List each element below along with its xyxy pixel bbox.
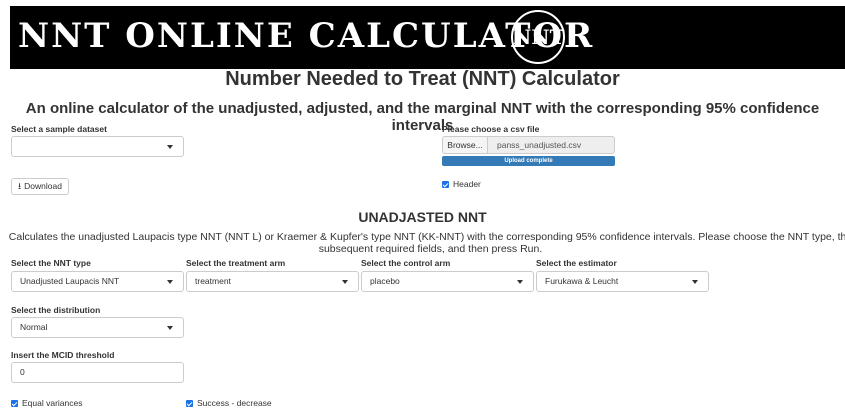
equal-variances-checkbox[interactable] (11, 400, 18, 407)
nnt-type-value: Unadjusted Laupacis NNT (20, 276, 120, 286)
header-checkbox-label: Header (453, 179, 481, 189)
treatment-arm-label: Select the treatment arm (186, 258, 286, 268)
browse-button[interactable]: Browse... (442, 136, 487, 154)
treatment-arm-select[interactable]: treatment (186, 271, 359, 292)
control-arm-select[interactable]: placebo (361, 271, 534, 292)
mcid-label: Insert the MCID threshold (11, 350, 115, 360)
chevron-down-icon (342, 280, 348, 284)
upload-progress-bar: Upload complete (442, 156, 615, 166)
treatment-arm-value: treatment (195, 276, 231, 286)
success-decrease-checkbox[interactable] (186, 400, 193, 407)
nnt-type-select[interactable]: Unadjusted Laupacis NNT (11, 271, 184, 292)
section-description-line1: Calculates the unadjusted Laupacis type … (8, 231, 845, 243)
csv-filename-field[interactable]: panss_unadjusted.csv (487, 136, 615, 154)
download-button[interactable]: ⭳ Download (11, 178, 69, 195)
section-description: Calculates the unadjusted Laupacis type … (8, 231, 845, 255)
section-description-line2: subsequent required fields, and then pre… (318, 243, 543, 255)
estimator-label: Select the estimator (536, 258, 617, 268)
banner: NNT ONLINE CALCULATOR NNT (10, 6, 845, 69)
download-icon: ⭳ (18, 181, 22, 191)
success-decrease-label: Success - decrease (197, 398, 272, 408)
section-title: UNADJASTED NNT (358, 209, 487, 225)
mcid-input[interactable]: 0 (11, 362, 184, 383)
nnt-type-label: Select the NNT type (11, 258, 91, 268)
chevron-down-icon (692, 280, 698, 284)
distribution-value: Normal (20, 322, 48, 332)
control-arm-label: Select the control arm (361, 258, 451, 268)
equal-variances-label: Equal variances (22, 398, 83, 408)
distribution-label: Select the distribution (11, 305, 101, 315)
sample-dataset-select[interactable] (11, 136, 184, 157)
download-label: Download (24, 181, 62, 191)
chevron-down-icon (517, 280, 523, 284)
chevron-down-icon (167, 145, 173, 149)
chevron-down-icon (167, 326, 173, 330)
page-subtitle: An online calculator of the unadjusted, … (25, 100, 820, 134)
chevron-down-icon (167, 280, 173, 284)
control-arm-value: placebo (370, 276, 400, 286)
nnt-logo: NNT (511, 10, 565, 64)
upload-progress-fill: Upload complete (442, 156, 615, 166)
sample-dataset-label: Select a sample dataset (11, 124, 107, 134)
page-title: Number Needed to Treat (NNT) Calculator (225, 68, 620, 90)
distribution-select[interactable]: Normal (11, 317, 184, 338)
banner-title: NNT ONLINE CALCULATOR (18, 16, 595, 56)
estimator-select[interactable]: Furukawa & Leucht (536, 271, 709, 292)
csv-file-label: Please choose a csv file (442, 124, 540, 134)
estimator-value: Furukawa & Leucht (545, 276, 619, 286)
header-checkbox[interactable] (442, 181, 449, 188)
